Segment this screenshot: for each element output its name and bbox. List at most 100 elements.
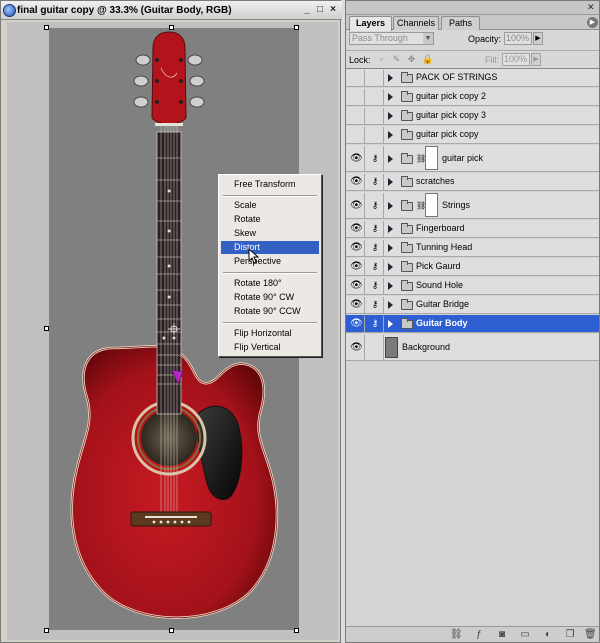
- layer-row[interactable]: PACK OF STRINGS: [346, 69, 599, 87]
- layer-name[interactable]: Strings: [442, 200, 470, 210]
- expand-triangle-icon[interactable]: [388, 244, 393, 252]
- layer-link-cell[interactable]: [366, 127, 384, 143]
- layer-link-cell[interactable]: ⚷: [366, 174, 384, 190]
- close-button[interactable]: ×: [327, 5, 339, 16]
- expand-triangle-icon[interactable]: [388, 93, 393, 101]
- layer-row[interactable]: 👁 ⚷ Fingerboard: [346, 220, 599, 238]
- layer-link-cell[interactable]: ⚷: [366, 146, 384, 171]
- transform-handle[interactable]: [44, 628, 49, 633]
- add-mask-icon[interactable]: ◙: [496, 629, 508, 641]
- layer-name[interactable]: Background: [402, 342, 450, 352]
- palette-title-bar[interactable]: ✕: [346, 1, 599, 15]
- layer-name[interactable]: Pick Gaurd: [416, 261, 461, 271]
- layer-mask-thumbnail[interactable]: [425, 193, 438, 217]
- layer-row[interactable]: 👁 ⚷ ⛓ guitar pick: [346, 145, 599, 172]
- transform-handle[interactable]: [44, 326, 49, 331]
- menu-item-free-transform[interactable]: Free Transform: [221, 178, 319, 191]
- transform-handle[interactable]: [169, 628, 174, 633]
- layer-name[interactable]: scratches: [416, 176, 455, 186]
- expand-triangle-icon[interactable]: [388, 178, 393, 186]
- expand-triangle-icon[interactable]: [388, 112, 393, 120]
- visibility-toggle[interactable]: [347, 70, 365, 86]
- lock-image-icon[interactable]: ✎: [391, 54, 402, 65]
- expand-triangle-icon[interactable]: [388, 282, 393, 290]
- visibility-toggle[interactable]: [347, 108, 365, 124]
- minimize-button[interactable]: _: [301, 5, 313, 16]
- layer-row[interactable]: guitar pick copy 2: [346, 88, 599, 106]
- layer-row[interactable]: 👁 ⚷ Sound Hole: [346, 277, 599, 295]
- transform-handle[interactable]: [294, 25, 299, 30]
- visibility-toggle[interactable]: 👁: [347, 174, 365, 190]
- layer-name[interactable]: Guitar Body: [416, 318, 468, 328]
- visibility-toggle[interactable]: 👁: [347, 193, 365, 218]
- lock-transparency-icon[interactable]: ▫: [376, 54, 387, 65]
- layer-row[interactable]: 👁 ⚷ Guitar Body: [346, 315, 599, 333]
- transform-handle[interactable]: [44, 25, 49, 30]
- expand-triangle-icon[interactable]: [388, 131, 393, 139]
- layer-name[interactable]: PACK OF STRINGS: [416, 72, 497, 82]
- layer-link-cell[interactable]: ⚷: [366, 240, 384, 256]
- layer-link-cell[interactable]: [366, 89, 384, 105]
- opacity-field[interactable]: 100%: [504, 32, 532, 45]
- tab-layers[interactable]: Layers: [349, 16, 392, 31]
- layer-link-cell[interactable]: ⚷: [366, 193, 384, 218]
- fill-field[interactable]: 100%: [502, 53, 530, 66]
- expand-triangle-icon[interactable]: [388, 74, 393, 82]
- document-title-bar[interactable]: final guitar copy @ 33.3% (Guitar Body, …: [1, 1, 342, 20]
- visibility-toggle[interactable]: [347, 127, 365, 143]
- visibility-toggle[interactable]: 👁: [347, 240, 365, 256]
- layer-link-cell[interactable]: [366, 70, 384, 86]
- layer-link-cell[interactable]: ⚷: [366, 259, 384, 275]
- maximize-button[interactable]: □: [314, 5, 326, 16]
- menu-item-flip-horizontal[interactable]: Flip Horizontal: [221, 327, 319, 340]
- menu-item-distort[interactable]: Distort: [221, 241, 319, 254]
- layer-link-cell[interactable]: [366, 335, 384, 360]
- visibility-toggle[interactable]: 👁: [347, 297, 365, 313]
- layer-name[interactable]: guitar pick: [442, 153, 483, 163]
- layer-name[interactable]: Sound Hole: [416, 280, 463, 290]
- menu-item-perspective[interactable]: Perspective: [221, 255, 319, 268]
- mask-link-icon[interactable]: ⛓: [416, 201, 426, 211]
- menu-item-rotate-90-ccw[interactable]: Rotate 90° CCW: [221, 305, 319, 318]
- layer-row[interactable]: guitar pick copy 3: [346, 107, 599, 125]
- palette-close-icon[interactable]: ✕: [587, 3, 597, 13]
- transform-handle[interactable]: [169, 25, 174, 30]
- visibility-toggle[interactable]: 👁: [347, 316, 365, 332]
- layer-name[interactable]: Fingerboard: [416, 223, 465, 233]
- menu-item-skew[interactable]: Skew: [221, 227, 319, 240]
- visibility-toggle[interactable]: 👁: [347, 221, 365, 237]
- expand-triangle-icon[interactable]: [388, 202, 393, 210]
- mask-link-icon[interactable]: ⛓: [416, 154, 426, 164]
- expand-triangle-icon[interactable]: [388, 225, 393, 233]
- visibility-toggle[interactable]: [347, 89, 365, 105]
- layer-name[interactable]: Guitar Bridge: [416, 299, 469, 309]
- fill-slider-button[interactable]: ▶: [531, 53, 541, 66]
- layer-name[interactable]: guitar pick copy 3: [416, 110, 486, 120]
- menu-item-rotate-90-cw[interactable]: Rotate 90° CW: [221, 291, 319, 304]
- new-layer-icon[interactable]: ❐: [564, 629, 576, 641]
- expand-triangle-icon[interactable]: [388, 155, 393, 163]
- layer-link-cell[interactable]: ⚷: [366, 316, 384, 332]
- link-layers-icon[interactable]: ⛓: [450, 629, 463, 641]
- palette-menu-icon[interactable]: ▶: [587, 17, 598, 28]
- blend-mode-select[interactable]: Pass Through ▼: [349, 32, 434, 45]
- opacity-slider-button[interactable]: ▶: [533, 32, 543, 45]
- visibility-toggle[interactable]: 👁: [347, 146, 365, 171]
- transform-handle[interactable]: [294, 628, 299, 633]
- layer-row[interactable]: 👁 ⚷ Pick Gaurd: [346, 258, 599, 276]
- new-group-icon[interactable]: ▭: [519, 629, 531, 641]
- layer-row[interactable]: guitar pick copy: [346, 126, 599, 144]
- menu-item-rotate-180[interactable]: Rotate 180°: [221, 277, 319, 290]
- layer-row[interactable]: 👁 ⚷ Guitar Bridge: [346, 296, 599, 314]
- layer-link-cell[interactable]: ⚷: [366, 278, 384, 294]
- adjustment-layer-icon[interactable]: ◐: [542, 629, 554, 641]
- layer-link-cell[interactable]: [366, 108, 384, 124]
- expand-triangle-icon[interactable]: [388, 320, 393, 328]
- layer-row[interactable]: 👁 ⚷ scratches: [346, 173, 599, 191]
- menu-item-scale[interactable]: Scale: [221, 199, 319, 212]
- tab-paths[interactable]: Paths: [441, 16, 480, 30]
- expand-triangle-icon[interactable]: [388, 301, 393, 309]
- visibility-toggle[interactable]: 👁: [347, 278, 365, 294]
- trash-icon[interactable]: 🗑: [584, 629, 597, 641]
- layer-name[interactable]: Tunning Head: [416, 242, 472, 252]
